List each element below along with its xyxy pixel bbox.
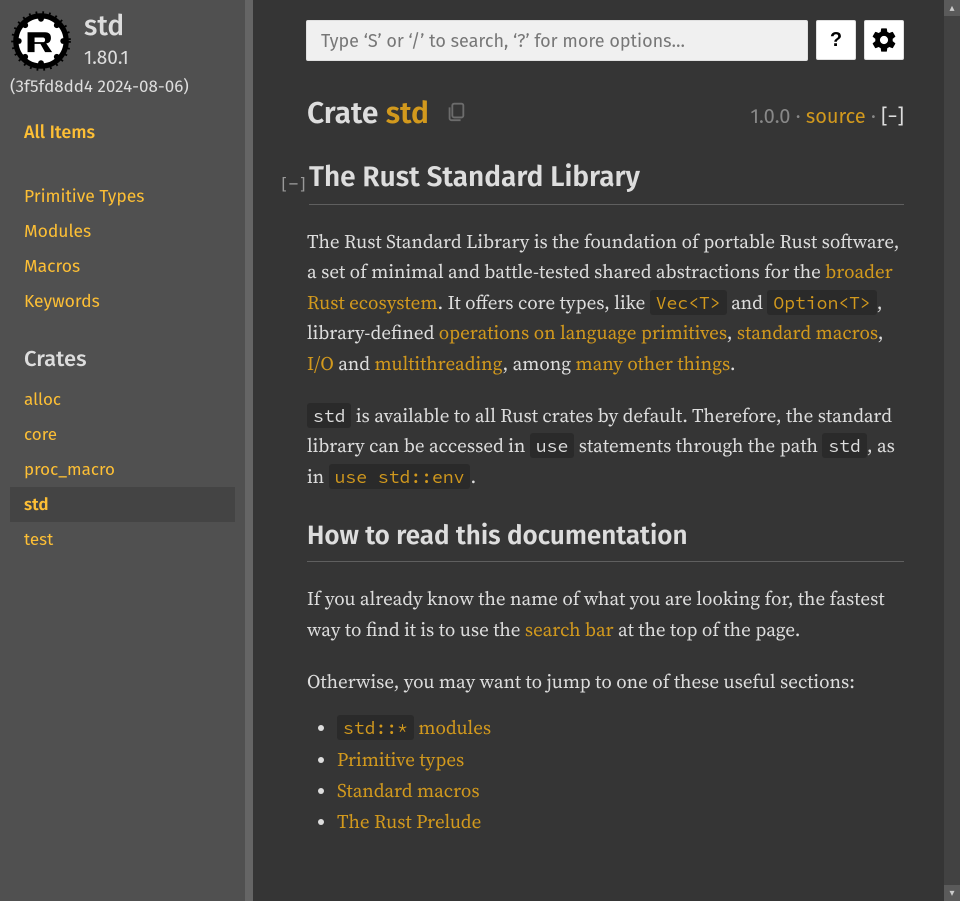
link-std-modules[interactable]: std::* modules [337,715,491,741]
sidebar-crate-test[interactable]: test [10,522,235,557]
sidebar-crate-core[interactable]: core [10,417,235,452]
link-vec[interactable]: Vec<T> [650,290,727,316]
crate-meta: 1.0.0 · source · [−] [750,105,904,129]
link-standard-macros[interactable]: Standard macros [337,778,480,804]
list-item: Primitive types [337,745,904,776]
settings-button[interactable] [864,20,904,60]
scroll-up-arrow[interactable]: ▴ [944,0,960,16]
search-input[interactable] [306,20,808,61]
help-button[interactable]: ? [816,20,856,60]
doc-content: [−] The Rust Standard Library The Rust S… [307,161,946,839]
sidebar-nav-primitive-types[interactable]: Primitive Types [24,179,235,214]
link-search-bar[interactable]: search bar [525,617,614,643]
scrollbar-track[interactable]: ▴ ▾ [944,0,960,901]
howto-paragraph-1: If you already know the name of what you… [307,584,904,645]
link-option[interactable]: Option<T> [767,290,876,316]
link-io[interactable]: I/O [307,351,334,377]
doc-h2-howto: How to read this documentation [307,520,904,562]
sidebar-nav-keywords[interactable]: Keywords [24,284,235,319]
link-rust-prelude[interactable]: The Rust Prelude [337,809,481,835]
sidebar-crates-list: alloc core proc_macro std test [10,382,235,557]
sidebar-version: 1.80.1 [84,47,129,70]
crate-header: Crate std 1.0.0 · source · [−] [307,95,946,131]
howto-paragraph-2: Otherwise, you may want to jump to one o… [307,667,904,697]
copy-path-button[interactable] [445,100,467,127]
list-item: Standard macros [337,776,904,807]
link-primitive-types[interactable]: Primitive types [337,747,464,773]
section-collapse-toggle[interactable]: [−] [279,174,297,193]
crate-heading-name[interactable]: std [386,95,429,131]
sidebar-resizer[interactable] [245,0,253,901]
list-item: The Rust Prelude [337,807,904,838]
sidebar-build-hash: (3f5fd8dd4 2024-08-06) [10,76,235,97]
sidebar-crate-std[interactable]: std [10,487,235,522]
sidebar-header: std 1.80.1 [10,10,235,72]
since-version: 1.0.0 [750,105,790,129]
link-many-other[interactable]: many other things [576,351,730,377]
sidebar: std 1.80.1 (3f5fd8dd4 2024-08-06) All It… [0,0,245,901]
top-bar: ? [306,20,946,61]
crate-heading: Crate std [307,95,429,131]
sidebar-crate-proc-macro[interactable]: proc_macro [10,452,235,487]
sidebar-nav-section: Primitive Types Modules Macros Keywords [24,179,235,319]
sidebar-nav-modules[interactable]: Modules [24,214,235,249]
main-content: ? Crate std 1.0.0 · source · [−] [253,0,946,901]
gear-icon [870,26,898,54]
sidebar-crate-name[interactable]: std [84,10,129,43]
sidebar-nav-macros[interactable]: Macros [24,249,235,284]
rust-logo [10,10,72,72]
link-std-macros[interactable]: standard macros [737,320,878,346]
sidebar-crate-alloc[interactable]: alloc [10,382,235,417]
doc-h1: The Rust Standard Library [309,161,904,205]
link-operations[interactable]: operations on language primitives [439,320,727,346]
intro-paragraph: The Rust Standard Library is the foundat… [307,227,904,379]
scroll-down-arrow[interactable]: ▾ [944,885,960,901]
source-link[interactable]: source [806,105,866,129]
collapse-all-toggle[interactable]: [−] [881,105,904,129]
sidebar-crates-heading: Crates [24,345,235,372]
list-item: std::* modules [337,713,904,744]
jump-list: std::* modules Primitive types Standard … [337,713,904,838]
link-use-std-env[interactable]: use std::env [329,464,471,490]
availability-paragraph: std is available to all Rust crates by d… [307,401,904,492]
clipboard-icon [445,100,467,122]
sidebar-all-items[interactable]: All Items [24,115,235,149]
link-multithreading[interactable]: multithreading [374,351,502,377]
